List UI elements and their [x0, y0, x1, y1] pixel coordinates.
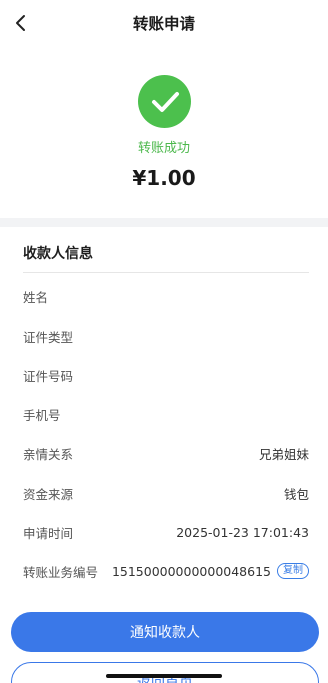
row-label: 申请时间: [23, 525, 74, 541]
section-divider: [0, 218, 328, 227]
row-value: 15150000000000048615: [111, 563, 271, 579]
row-label: 资金来源: [23, 486, 74, 502]
row-label: 亲情关系: [23, 446, 74, 462]
info-row-relationship: 亲情关系 兄弟姐妹: [23, 443, 309, 463]
row-value: 钱包: [283, 486, 309, 502]
info-row-transfer-number: 转账业务编号 15150000000000048615 复制: [23, 561, 309, 581]
row-value-wrap: 15150000000000048615 复制: [112, 563, 309, 579]
header: 转账申请: [0, 0, 328, 44]
row-label: 证件号码: [23, 368, 74, 384]
notify-payee-button[interactable]: 通知收款人: [11, 612, 319, 652]
check-circle-icon: [138, 75, 191, 128]
row-value: 2025-01-23 17:01:43: [176, 524, 309, 540]
row-label: 转账业务编号: [23, 564, 99, 580]
row-label: 证件类型: [23, 329, 74, 345]
info-row-id-type: 证件类型: [23, 326, 309, 346]
section-divider-line: [23, 272, 309, 273]
home-indicator: [106, 674, 222, 678]
back-home-button[interactable]: 返回首页: [11, 662, 319, 683]
row-value: 兄弟姐妹: [258, 446, 309, 462]
copy-button[interactable]: 复制: [277, 563, 309, 579]
row-label: 姓名: [23, 289, 49, 305]
page-title: 转账申请: [132, 15, 195, 33]
info-row-fund-source: 资金来源 钱包: [23, 483, 309, 503]
info-row-apply-time: 申请时间 2025-01-23 17:01:43: [23, 522, 309, 542]
info-row-phone: 手机号: [23, 404, 309, 424]
amount-text: ¥1.00: [132, 166, 196, 190]
row-label: 手机号: [23, 407, 61, 423]
status-text: 转账成功: [137, 141, 190, 156]
info-row-name: 姓名: [23, 286, 309, 306]
section-title: 收款人信息: [23, 246, 93, 262]
info-row-id-number: 证件号码: [23, 365, 309, 385]
